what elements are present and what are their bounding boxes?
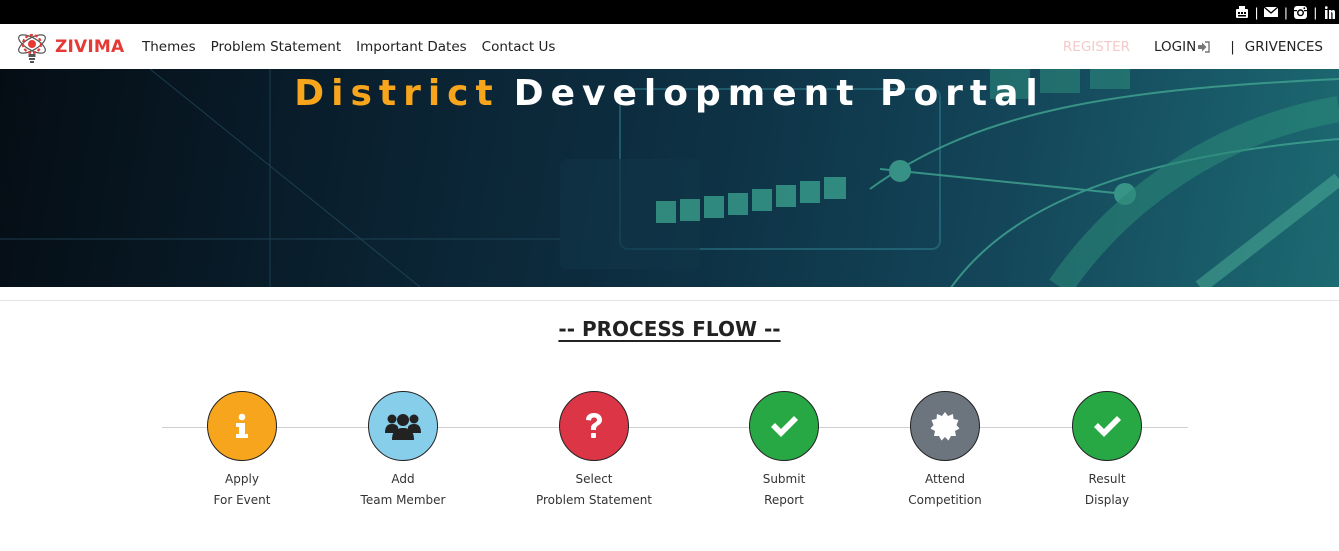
register-link[interactable]: REGISTER bbox=[1063, 39, 1130, 55]
nav-important-dates[interactable]: Important Dates bbox=[356, 39, 467, 55]
brand-name: ZIVIMA bbox=[55, 37, 125, 57]
hero-banner: District Development Portal bbox=[0, 69, 1339, 287]
section-divider bbox=[0, 300, 1339, 301]
check-icon bbox=[771, 416, 798, 437]
step-label-line2: Display bbox=[1084, 493, 1130, 507]
hero-title: District Development Portal bbox=[0, 73, 1339, 114]
step-add-team[interactable]: Add Team Member bbox=[303, 391, 503, 511]
nav-contact-us[interactable]: Contact Us bbox=[482, 39, 556, 55]
login-label: LOGIN bbox=[1154, 39, 1197, 55]
grievances-link[interactable]: GRIVENCES bbox=[1245, 39, 1323, 55]
step-label-line1: Add bbox=[391, 472, 415, 486]
certificate-icon bbox=[930, 412, 960, 441]
sign-in-icon bbox=[1198, 41, 1210, 53]
step-circle bbox=[368, 391, 438, 461]
separator: | bbox=[1230, 39, 1235, 55]
check-icon bbox=[1094, 416, 1121, 437]
step-label-line1: Result bbox=[1088, 472, 1126, 486]
separator: | bbox=[1254, 4, 1259, 20]
step-label-line2: Problem Statement bbox=[535, 493, 653, 507]
step-circle bbox=[559, 391, 629, 461]
step-result-display[interactable]: Result Display bbox=[1007, 391, 1207, 511]
top-bar: | | | bbox=[0, 0, 1339, 24]
step-label-line1: Select bbox=[575, 472, 613, 486]
separator: | bbox=[1284, 4, 1288, 20]
login-link[interactable]: LOGIN bbox=[1154, 39, 1210, 55]
auth-menu: REGISTER LOGIN | GRIVENCES bbox=[1063, 39, 1323, 55]
nav-themes[interactable]: Themes bbox=[142, 39, 196, 55]
hero-title-accent: District bbox=[294, 73, 500, 114]
step-label-line2: Team Member bbox=[360, 493, 446, 507]
main-navbar: ZIVIMA Themes Problem Statement Importan… bbox=[0, 24, 1339, 69]
separator: | bbox=[1313, 4, 1317, 20]
step-circle bbox=[207, 391, 277, 461]
question-icon bbox=[586, 413, 602, 438]
linkedin-icon[interactable] bbox=[1323, 5, 1337, 19]
process-flow-title: -- PROCESS FLOW -- bbox=[0, 317, 1339, 341]
social-icons: | | | bbox=[1235, 0, 1339, 24]
step-select-problem[interactable]: Select Problem Statement bbox=[494, 391, 694, 511]
info-icon bbox=[236, 413, 248, 438]
users-icon bbox=[385, 414, 421, 440]
step-circle bbox=[749, 391, 819, 461]
brand-logo[interactable]: ZIVIMA bbox=[13, 28, 124, 66]
bulb-gear-logo-icon bbox=[18, 33, 46, 63]
step-circle bbox=[910, 391, 980, 461]
envelope-icon[interactable] bbox=[1264, 5, 1279, 19]
hero-title-main: Development Portal bbox=[513, 73, 1045, 114]
nav-menu: Themes Problem Statement Important Dates… bbox=[142, 39, 570, 55]
step-circle bbox=[1072, 391, 1142, 461]
fax-icon[interactable] bbox=[1235, 5, 1249, 19]
instagram-icon[interactable] bbox=[1294, 5, 1308, 19]
process-flow-heading: -- PROCESS FLOW -- bbox=[558, 317, 781, 341]
nav-problem-statement[interactable]: Problem Statement bbox=[211, 39, 342, 55]
